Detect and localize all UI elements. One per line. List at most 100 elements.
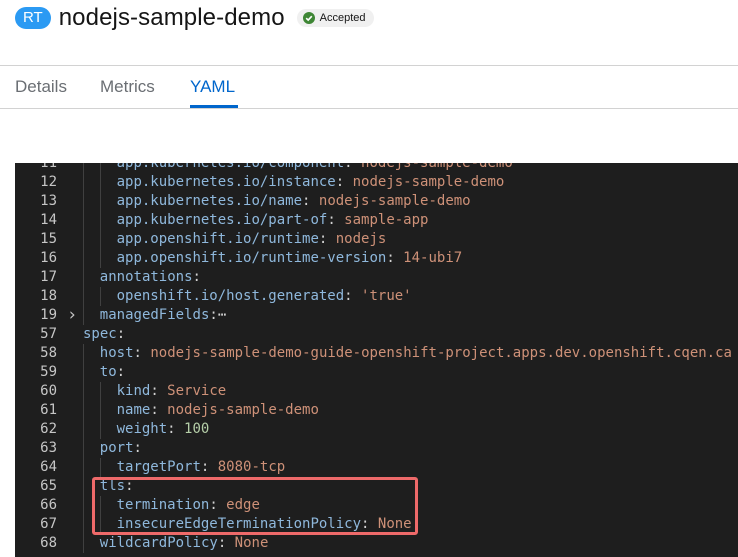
yaml-key: port (99, 440, 134, 456)
tab-metrics[interactable]: Metrics (100, 77, 155, 97)
code-line[interactable]: 62 weight: 100 (15, 420, 738, 439)
code-line[interactable]: 11 app.kubernetes.io/component: nodejs-sa… (15, 163, 738, 173)
yaml-value: 'true' (361, 288, 412, 304)
yaml-separator: : (302, 193, 319, 209)
indent-guide (83, 439, 84, 458)
yaml-value: nodejs-sample-demo (167, 402, 319, 418)
indent-guide (83, 173, 84, 192)
yaml-key: openshift.io/host.generated (116, 288, 345, 304)
indent-guide (99, 173, 101, 192)
line-number: 18 (40, 288, 57, 304)
line-number: 19 (40, 307, 57, 323)
line-number: 11 (40, 163, 57, 171)
yaml-separator: : (335, 174, 353, 190)
code-line[interactable]: 15 app.openshift.io/runtime: nodejs (15, 230, 738, 249)
yaml-key: managedFields (99, 307, 210, 323)
yaml-value: nodejs-sample-demo (361, 163, 513, 171)
line-number: 13 (40, 193, 57, 209)
code-line[interactable]: 12 app.kubernetes.io/instance: nodejs-sam… (15, 173, 738, 192)
yaml-value: nodejs (335, 231, 387, 247)
indent-guide (99, 249, 101, 268)
indent-guide (83, 249, 84, 268)
yaml-key: app.kubernetes.io/part-of (116, 212, 328, 228)
code-line[interactable]: 58 host: nodejs-sample-demo-guide-openshi… (15, 344, 738, 363)
line-number: 64 (40, 459, 57, 475)
code-line[interactable]: 61 name: nodejs-sample-demo (15, 401, 738, 420)
indent-guide (99, 401, 101, 420)
yaml-separator: : (150, 383, 168, 399)
indent-guide (83, 344, 84, 363)
check-circle-icon (302, 12, 315, 24)
line-number: 62 (40, 421, 57, 437)
yaml-separator: : (344, 288, 362, 304)
indent-guide (83, 477, 84, 496)
code-line[interactable]: 14 app.kubernetes.io/part-of: sample-app (15, 211, 738, 230)
line-number: 68 (40, 535, 57, 551)
indent-guide (99, 382, 101, 401)
yaml-value: nodejs-sample-demo (352, 174, 505, 190)
yaml-separator: : (344, 163, 362, 171)
code-line[interactable]: 16 app.openshift.io/runtime-version: 14-u… (15, 249, 738, 268)
code-line[interactable]: 63 port: (15, 439, 738, 458)
indent-guide (83, 163, 84, 173)
yaml-key: app.kubernetes.io/instance (116, 174, 336, 190)
yaml-separator: : (167, 421, 185, 437)
line-number: 67 (40, 516, 57, 532)
indent-guide (99, 287, 101, 306)
indent-guide (83, 534, 84, 553)
code-line[interactable]: 18 openshift.io/host.generated: 'true' (15, 287, 738, 306)
yaml-separator: : (327, 212, 345, 228)
indent-guide (99, 163, 101, 173)
indent-guide (99, 211, 101, 230)
yaml-key: app.kubernetes.io/component (116, 163, 345, 171)
yaml-key: name (116, 402, 151, 418)
resource-type-badge: RT (15, 7, 51, 29)
code-line[interactable]: 13 app.kubernetes.io/name: nodejs-sample-… (15, 192, 738, 211)
yaml-key: kind (116, 383, 151, 399)
status-label: Accepted (319, 12, 366, 24)
line-number: 65 (40, 478, 57, 494)
indent-guide (83, 211, 84, 230)
line-number: 57 (40, 326, 57, 342)
line-number: 66 (40, 497, 57, 513)
code-line[interactable]: 59 to: (15, 363, 738, 382)
page-header: RT nodejs-sample-demo Accepted (15, 0, 374, 36)
line-number: 59 (40, 364, 57, 380)
code-line[interactable]: 57 spec: (15, 325, 738, 344)
tab-yaml[interactable]: YAML (190, 77, 235, 97)
line-number: 12 (40, 174, 57, 190)
yaml-key: host (99, 345, 134, 361)
indent-guide (83, 401, 84, 420)
line-number: 16 (40, 250, 57, 266)
indent-guide (83, 420, 84, 439)
line-number: 15 (40, 231, 57, 247)
yaml-key: wildcardPolicy (99, 535, 218, 551)
yaml-value: nodejs-sample-demo-guide-openshift-proje… (150, 345, 732, 361)
code-line[interactable]: 64 targetPort: 8080-tcp (15, 458, 738, 477)
yaml-value: Service (167, 383, 227, 399)
yaml-key: app.kubernetes.io/name (116, 193, 303, 209)
chevron-right-icon[interactable]: › (67, 306, 77, 325)
tab-details[interactable]: Details (15, 77, 67, 97)
page-title: nodejs-sample-demo (58, 4, 285, 31)
line-number: 17 (40, 269, 57, 285)
indent-guide (83, 287, 84, 306)
yaml-separator: : (318, 231, 336, 247)
code-line[interactable]: 60 kind: Service (15, 382, 738, 401)
code-line[interactable]: 19 › managedFields:⋯ (15, 306, 738, 325)
tls-highlight-box (92, 477, 418, 535)
indent-guide (83, 230, 84, 249)
code-line[interactable]: 17 annotations: (15, 268, 738, 287)
yaml-value: nodejs-sample-demo (318, 193, 471, 209)
indent-guide (83, 382, 84, 401)
yaml-separator: : (386, 250, 404, 266)
yaml-separator: : (200, 459, 218, 475)
yaml-separator: : (217, 535, 235, 551)
yaml-value: ⋯ (217, 307, 227, 323)
line-number: 60 (40, 383, 57, 399)
yaml-separator: : (133, 440, 142, 456)
code-line[interactable]: 68 wildcardPolicy: None (15, 534, 738, 553)
indent-guide (83, 363, 84, 382)
indent-guide (83, 192, 84, 211)
yaml-key: spec (83, 326, 117, 342)
